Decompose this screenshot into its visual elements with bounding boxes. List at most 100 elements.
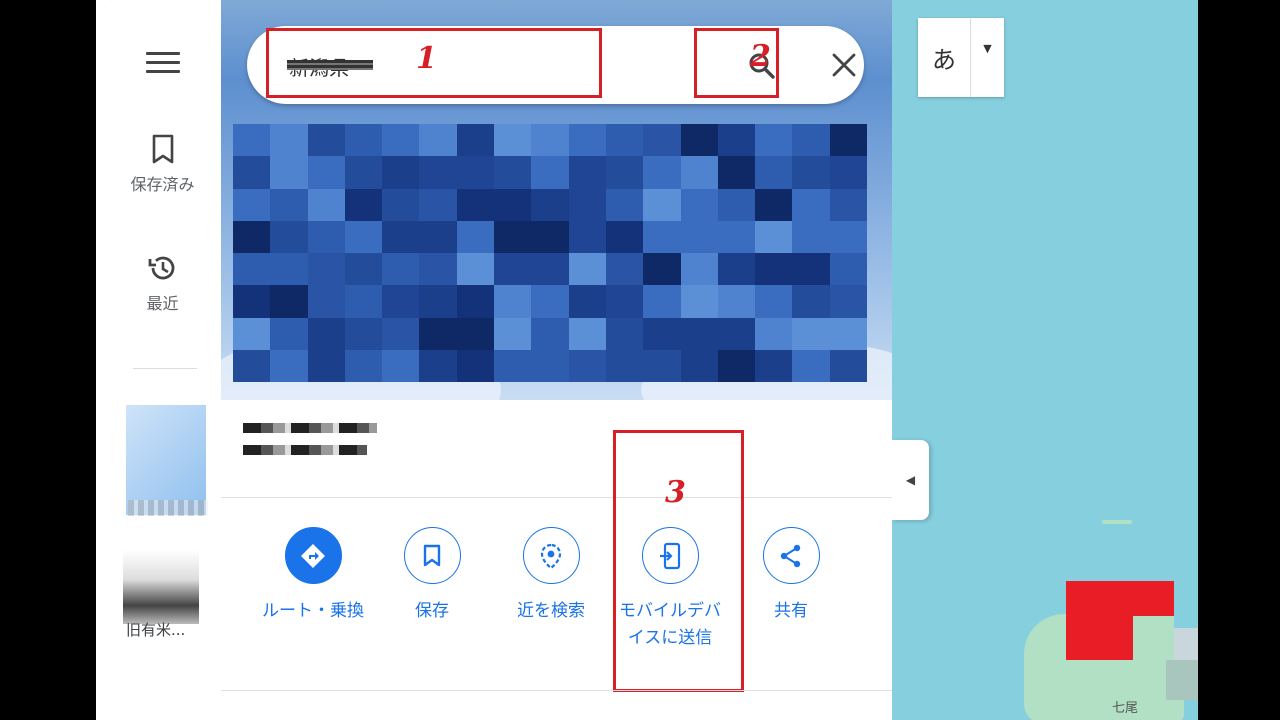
mosaic-cell: [494, 124, 532, 157]
directions-button[interactable]: [284, 527, 342, 584]
mosaic-cell: [755, 253, 793, 286]
recent-place-label: 旧有米...: [126, 621, 186, 639]
mosaic-cell: [643, 124, 681, 157]
mosaic-cell: [717, 253, 756, 286]
pixelated-photo: [233, 124, 867, 382]
mosaic-cell: [382, 317, 420, 350]
mosaic-cell: [307, 220, 345, 253]
mosaic-cell: [270, 349, 308, 382]
mosaic-cell: [829, 285, 867, 318]
mosaic-cell: [717, 156, 756, 189]
recent-place-thumbnail[interactable]: [123, 550, 199, 624]
mosaic-cell: [680, 124, 718, 157]
mosaic-cell: [419, 285, 457, 318]
action-label: 保存: [415, 601, 449, 621]
mosaic-cell: [792, 220, 830, 253]
mosaic-cell: [755, 349, 793, 382]
mosaic-cell: [270, 317, 308, 350]
mosaic-cell: [531, 253, 569, 286]
mosaic-cell: [829, 220, 867, 253]
mosaic-cell: [531, 124, 569, 157]
mosaic-cell: [382, 220, 420, 253]
bookmark-icon: [423, 544, 441, 566]
mosaic-cell: [792, 124, 830, 157]
mosaic-cell: [531, 285, 569, 318]
mosaic-cell: [568, 285, 606, 318]
mosaic-cell: [680, 220, 718, 253]
mosaic-cell: [270, 253, 308, 286]
divider: [221, 690, 892, 691]
mosaic-cell: [270, 285, 308, 318]
recent-place-thumbnail[interactable]: [126, 405, 206, 515]
hamburger-line: [146, 61, 180, 64]
mosaic-cell: [829, 188, 867, 221]
action-save[interactable]: 保存: [377, 527, 487, 625]
mosaic-cell: [382, 124, 420, 157]
directions-icon: [301, 543, 325, 568]
language-char[interactable]: あ: [918, 18, 971, 97]
maps-window: 七尾 あ ▼ ◀ 保存済み 最近 旧有米... 新潟県 1 2 ルート・乗換 保…: [96, 0, 1198, 720]
mosaic-cell: [605, 317, 644, 350]
nearby-button[interactable]: [522, 527, 580, 584]
mosaic-cell: [456, 253, 495, 286]
mosaic-cell: [233, 188, 271, 221]
action-directions[interactable]: ルート・乗換: [258, 527, 368, 625]
mosaic-cell: [755, 220, 793, 253]
mosaic-cell: [829, 349, 867, 382]
mosaic-cell: [344, 317, 383, 350]
collapse-panel-button[interactable]: ◀: [892, 440, 929, 520]
place-info: [243, 423, 377, 467]
map-canvas[interactable]: 七尾: [892, 0, 1198, 720]
mosaic-cell: [456, 285, 495, 318]
menu-button[interactable]: [146, 52, 180, 78]
callout-number-2: 2: [750, 39, 771, 74]
rail-saved[interactable]: 保存済み: [104, 133, 221, 195]
mosaic-cell: [643, 188, 681, 221]
mosaic-cell: [829, 124, 867, 157]
mosaic-cell: [643, 349, 681, 382]
mosaic-cell: [270, 220, 308, 253]
mosaic-cell: [307, 253, 345, 286]
mosaic-cell: [792, 156, 830, 189]
mosaic-cell: [829, 317, 867, 350]
mosaic-cell: [643, 156, 681, 189]
mosaic-cell: [344, 285, 383, 318]
mosaic-cell: [605, 349, 644, 382]
mosaic-cell: [419, 349, 457, 382]
chevron-left-icon: ◀: [905, 473, 916, 487]
clear-button[interactable]: [829, 50, 859, 80]
language-control[interactable]: あ ▼: [918, 18, 1004, 97]
divider: [221, 497, 892, 498]
mosaic-cell: [531, 220, 569, 253]
mosaic-cell: [605, 124, 644, 157]
mosaic-cell: [307, 156, 345, 189]
mosaic-cell: [419, 124, 457, 157]
mosaic-cell: [456, 156, 495, 189]
mosaic-cell: [456, 188, 495, 221]
rail-saved-label: 保存済み: [130, 175, 195, 194]
mosaic-cell: [344, 253, 383, 286]
mosaic-cell: [270, 188, 308, 221]
rail-recent[interactable]: 最近: [104, 252, 221, 314]
mosaic-cell: [717, 317, 756, 350]
mosaic-cell: [792, 188, 830, 221]
language-dropdown-icon[interactable]: ▼: [971, 18, 1004, 97]
mosaic-cell: [680, 156, 718, 189]
mosaic-cell: [568, 317, 606, 350]
mosaic-cell: [829, 253, 867, 286]
share-button[interactable]: [762, 527, 820, 584]
mosaic-cell: [419, 156, 457, 189]
action-nearby[interactable]: 近を検索: [496, 527, 606, 625]
save-button[interactable]: [403, 527, 461, 584]
mosaic-cell: [531, 156, 569, 189]
mosaic-cell: [456, 220, 495, 253]
rail-recent-label: 最近: [146, 294, 179, 313]
mosaic-cell: [755, 124, 793, 157]
action-label: 近を検索: [517, 601, 585, 621]
action-label: ルート・乗換: [262, 601, 364, 621]
mosaic-cell: [531, 188, 569, 221]
recent-place-label-redacted: [128, 500, 208, 516]
place-panel: 1 2 ルート・乗換 保存: [221, 0, 892, 720]
mosaic-cell: [643, 220, 681, 253]
action-share[interactable]: 共有: [736, 527, 846, 625]
